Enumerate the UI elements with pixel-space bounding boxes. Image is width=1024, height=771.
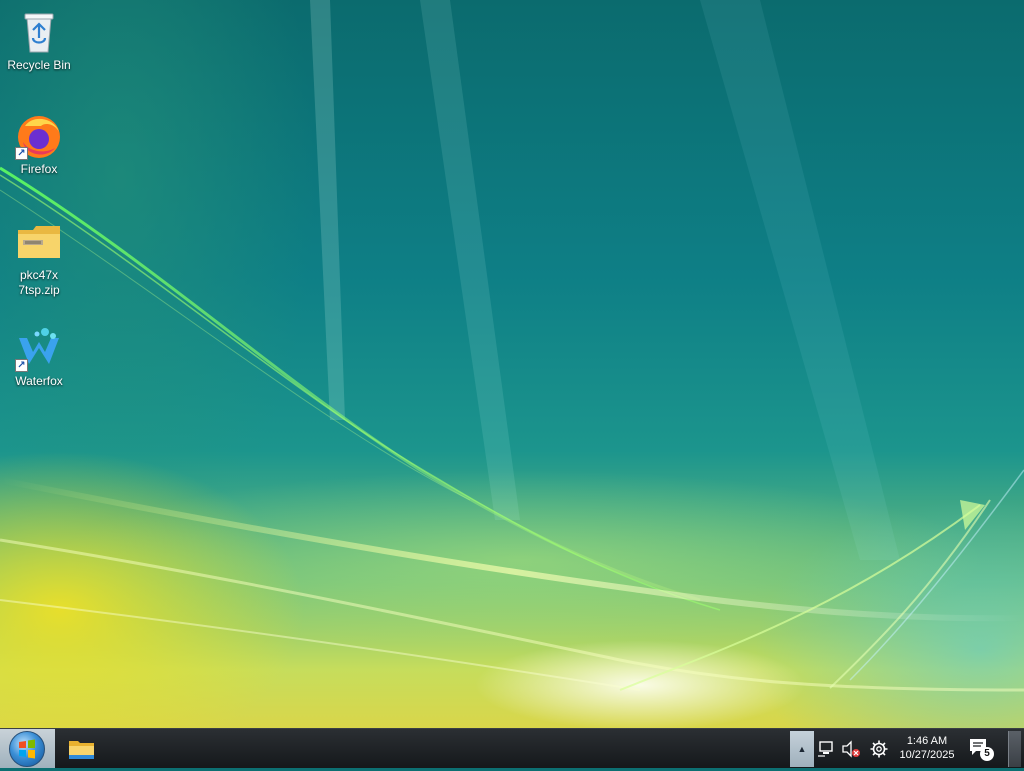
notification-count-badge: 5 bbox=[980, 747, 994, 761]
icon-label-line1: pkc47x bbox=[19, 268, 59, 282]
volume-muted-icon[interactable] bbox=[841, 739, 861, 759]
settings-gear-icon[interactable] bbox=[869, 739, 889, 759]
network-icon[interactable] bbox=[817, 739, 837, 759]
file-explorer-icon bbox=[69, 741, 94, 759]
desktop-icon-waterfox[interactable]: ↗ Waterfox bbox=[1, 324, 77, 389]
desktop-icon-recycle-bin[interactable]: Recycle Bin bbox=[1, 8, 77, 73]
icon-label: Firefox bbox=[20, 162, 58, 176]
desktop-icon-firefox[interactable]: ↗ Firefox bbox=[1, 112, 77, 177]
clock-time: 1:46 AM bbox=[906, 735, 948, 747]
taskbar: ▲ 1:46 AM 10/27/2025 5 bbox=[0, 728, 1024, 768]
desktop-background: Recycle Bin ↗ Firefox pkc47x 7tsp.zip ↗ … bbox=[0, 0, 1024, 728]
shortcut-arrow-icon: ↗ bbox=[15, 147, 28, 160]
firefox-icon: ↗ bbox=[15, 112, 63, 160]
clock-date: 10/27/2025 bbox=[899, 749, 955, 761]
start-button[interactable] bbox=[0, 729, 55, 768]
show-desktop-button[interactable] bbox=[1008, 731, 1021, 767]
shortcut-arrow-icon: ↗ bbox=[15, 359, 28, 372]
zip-folder-icon bbox=[15, 218, 63, 266]
notification-center-button[interactable]: 5 bbox=[968, 737, 994, 761]
wallpaper-aurora bbox=[0, 0, 1024, 692]
waterfox-icon: ↗ bbox=[15, 324, 63, 372]
taskbar-file-explorer-button[interactable] bbox=[62, 733, 102, 765]
show-hidden-icons-button[interactable]: ▲ bbox=[790, 731, 814, 767]
desktop-icon-zip-file[interactable]: pkc47x 7tsp.zip bbox=[1, 218, 77, 298]
icon-label: Waterfox bbox=[15, 374, 63, 388]
icon-label-line2: 7tsp.zip bbox=[18, 283, 60, 297]
start-orb-icon bbox=[9, 731, 45, 767]
system-clock[interactable]: 1:46 AM 10/27/2025 bbox=[896, 734, 958, 762]
recycle-bin-icon bbox=[15, 8, 63, 56]
icon-label: Recycle Bin bbox=[7, 58, 71, 72]
